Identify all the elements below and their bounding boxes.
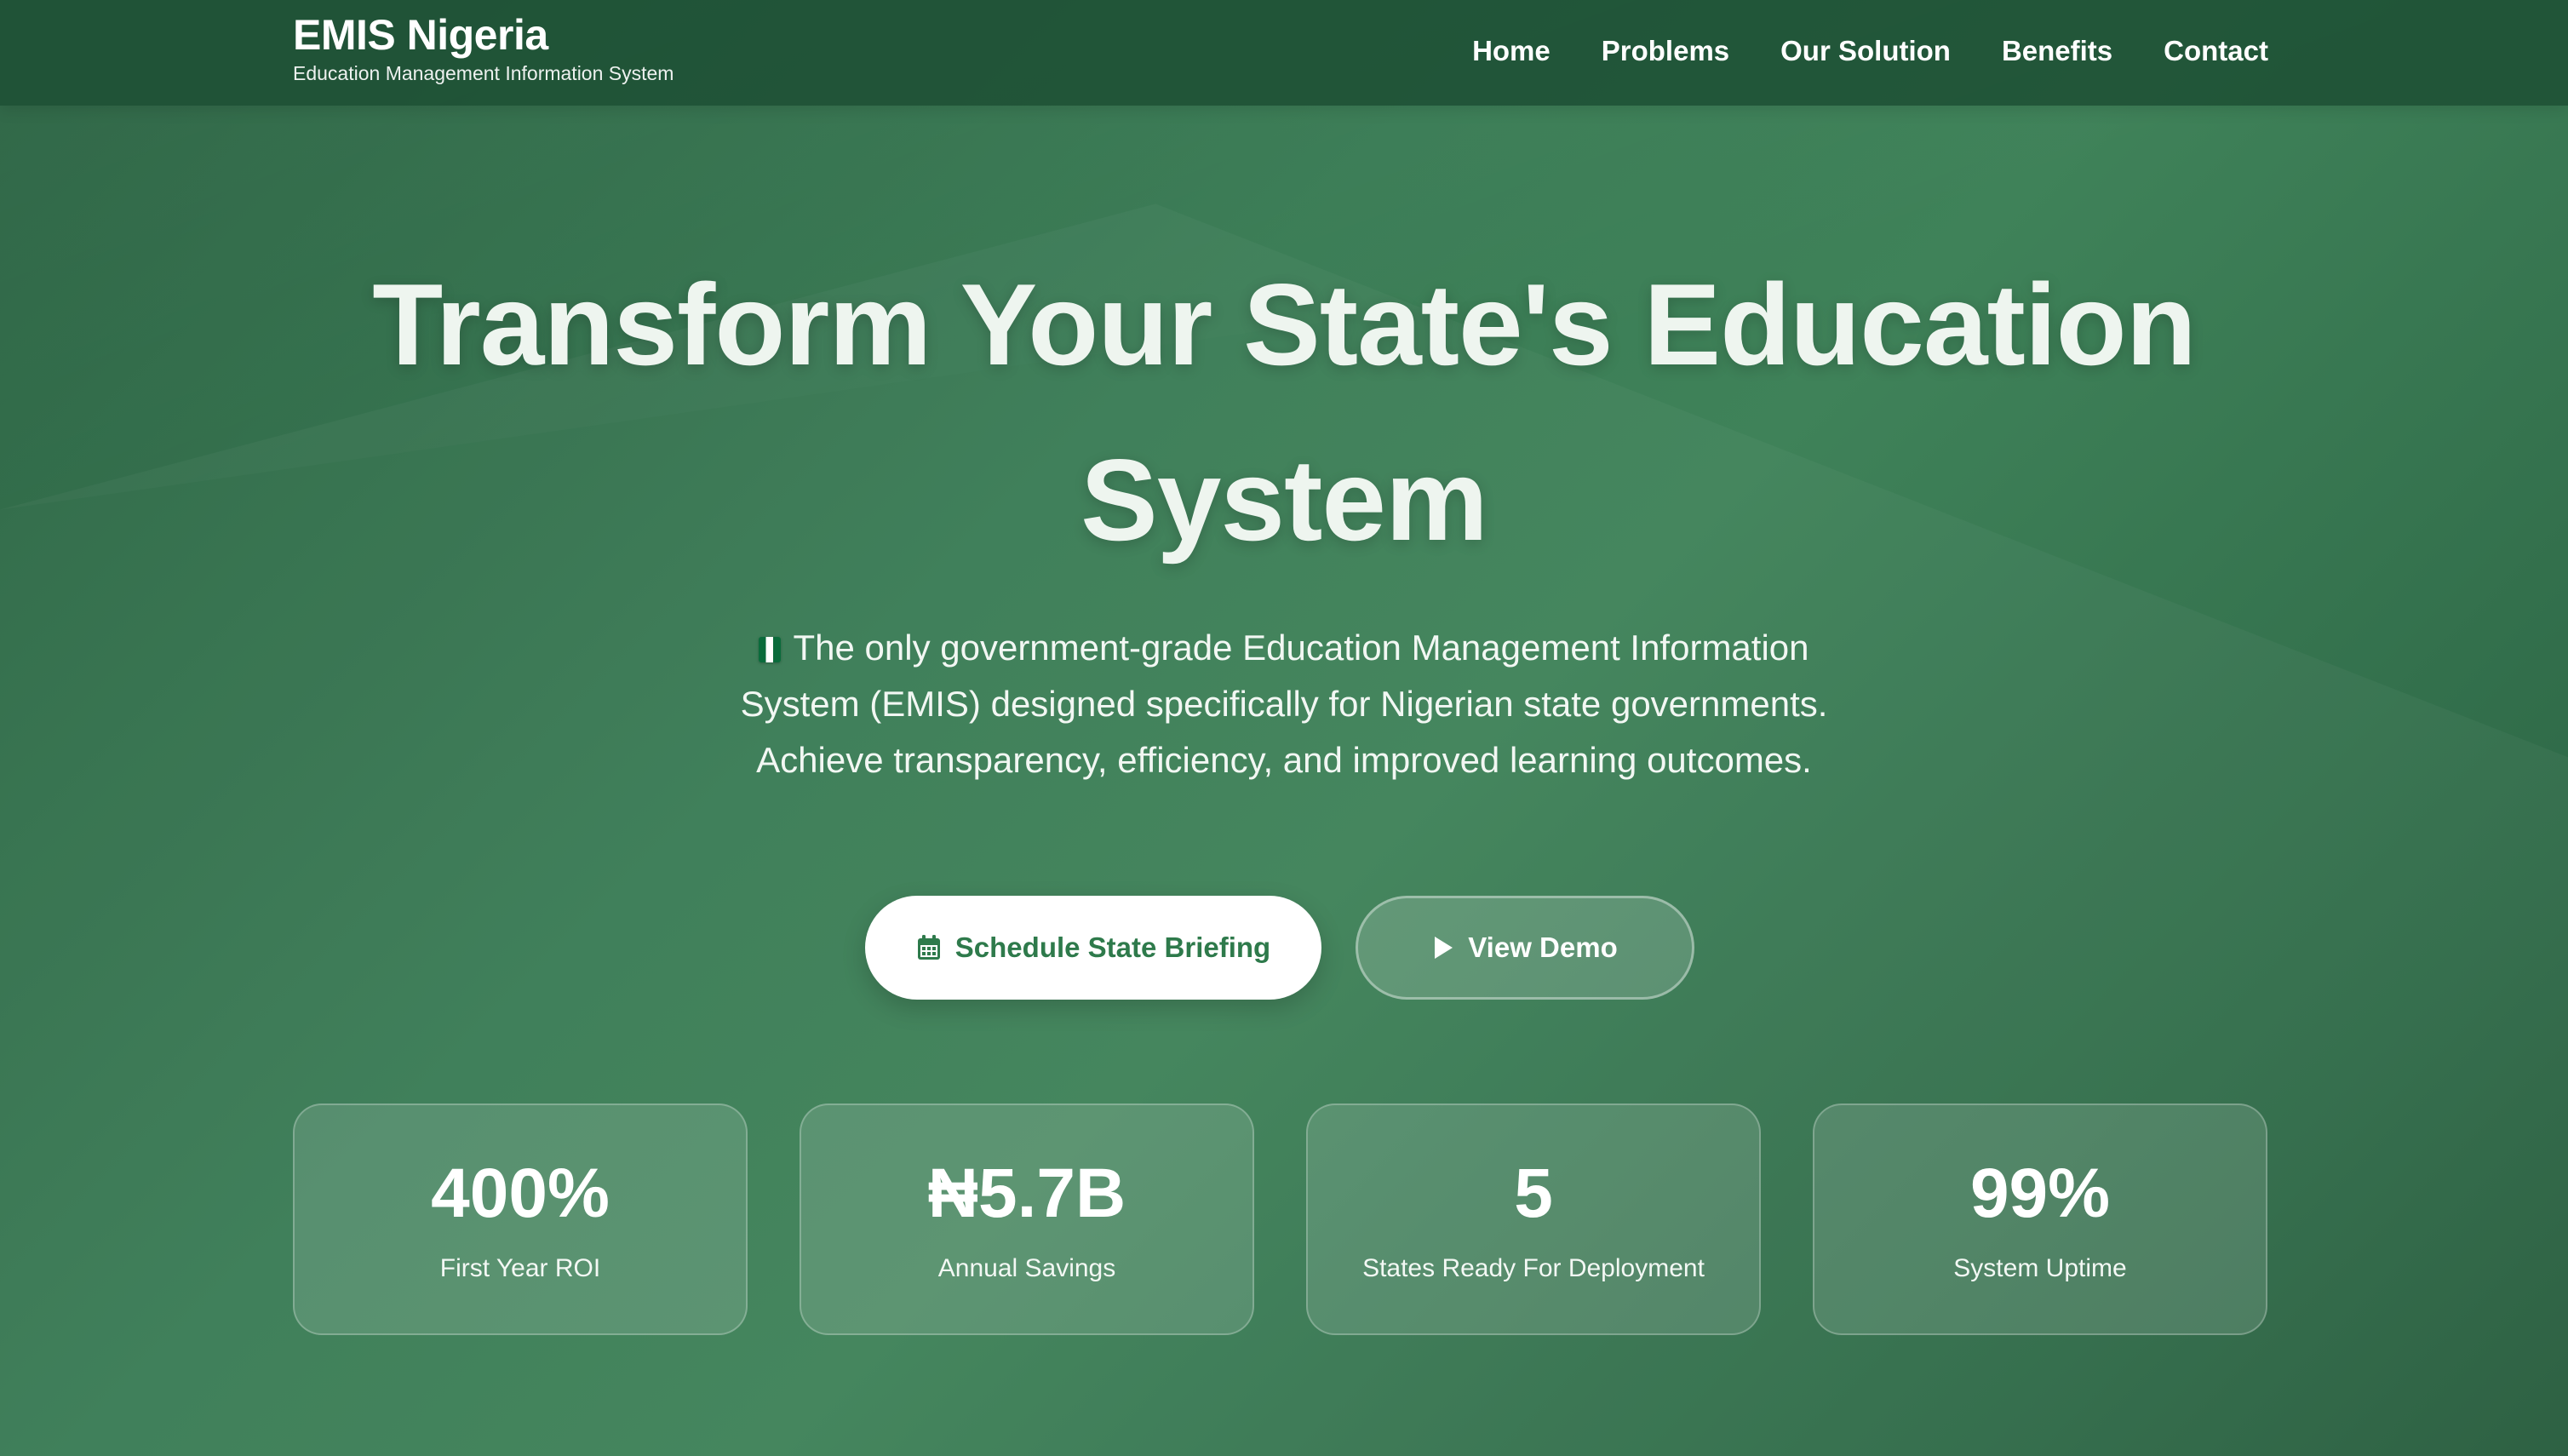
hero-title-line-1: Transform Your State's Education (372, 260, 2197, 389)
stat-value: ₦5.7B (927, 1155, 1126, 1232)
stats-row: 400% First Year ROI ₦5.7B Annual Savings… (293, 1103, 2268, 1335)
top-navbar: EMIS Nigeria Education Management Inform… (0, 0, 2568, 106)
nav-link-problems[interactable]: Problems (1602, 32, 1729, 70)
stat-card-states: 5 States Ready For Deployment (1306, 1103, 1761, 1335)
stat-label: System Uptime (1953, 1254, 2127, 1282)
schedule-state-briefing-label: Schedule State Briefing (954, 931, 1271, 963)
nav-links: Home Problems Our Solution Benefits Cont… (1472, 32, 2268, 70)
hero-description: The only government-grade Education Mana… (722, 620, 1846, 788)
nav-link-home[interactable]: Home (1472, 32, 1551, 70)
calendar-icon (916, 934, 942, 961)
nav-link-our-solution[interactable]: Our Solution (1780, 32, 1951, 70)
brand[interactable]: EMIS Nigeria Education Management Inform… (293, 9, 674, 85)
stat-card-roi: 400% First Year ROI (293, 1103, 748, 1335)
stat-label: Annual Savings (937, 1254, 1116, 1282)
view-demo-button[interactable]: View Demo (1356, 896, 1694, 1000)
stat-label: First Year ROI (439, 1254, 601, 1282)
nav-link-benefits[interactable]: Benefits (2002, 32, 2112, 70)
nigeria-flag-icon (759, 637, 782, 662)
stat-value: 5 (1514, 1155, 1553, 1232)
view-demo-label: View Demo (1468, 931, 1618, 963)
nav-link-contact[interactable]: Contact (2164, 32, 2268, 70)
stat-value: 400% (431, 1155, 610, 1232)
stat-value: 99% (1969, 1155, 2111, 1232)
hero-description-text: The only government-grade Education Mana… (740, 628, 1828, 780)
stat-card-savings: ₦5.7B Annual Savings (800, 1103, 1254, 1335)
stat-card-uptime: 99% System Uptime (1813, 1103, 2267, 1335)
hero-title: Transform Your State's Education System (255, 237, 2313, 588)
brand-subtitle: Education Management Information System (293, 62, 674, 84)
schedule-state-briefing-button[interactable]: Schedule State Briefing (865, 896, 1321, 1000)
hero-title-line-2: System (1081, 435, 1488, 565)
stat-label: States Ready For Deployment (1362, 1254, 1705, 1282)
play-icon (1432, 935, 1454, 960)
brand-title: EMIS Nigeria (293, 11, 548, 59)
